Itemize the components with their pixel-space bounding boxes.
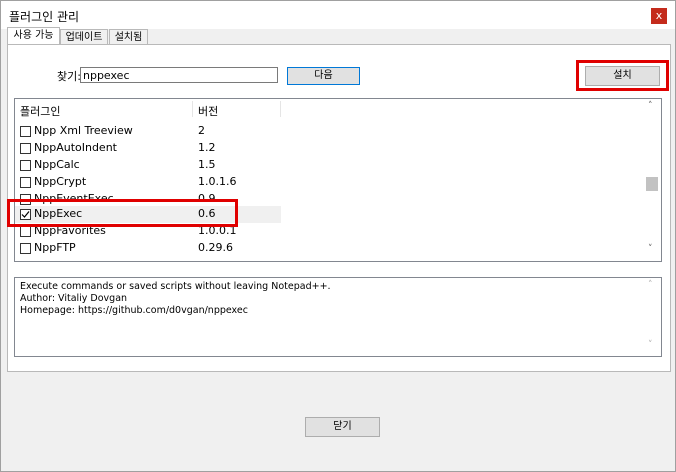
column-header-plugin[interactable]: 플러그인 — [20, 103, 60, 119]
list-item[interactable]: Npp Xml Treeview 2 — [15, 123, 281, 140]
plugin-name: NppCalc — [34, 158, 80, 171]
plugin-description[interactable]: Execute commands or saved scripts withou… — [14, 277, 662, 357]
title-bar: 플러그인 관리 x — [1, 1, 675, 29]
selected-plugin-highlight-box — [7, 199, 238, 227]
plugin-manager-window: 플러그인 관리 x 사용 가능 업데이트 설치됨 찾기: 다음 설치 플러그인 … — [0, 0, 676, 472]
plugin-list[interactable]: 플러그인 버전 Npp Xml Treeview 2 NppAutoIndent… — [14, 98, 662, 262]
plugin-version: 1.0.1.6 — [198, 175, 237, 188]
plugin-checkbox[interactable] — [20, 143, 31, 154]
scroll-thumb[interactable] — [646, 177, 658, 191]
tab-installed[interactable]: 설치됨 — [109, 29, 148, 45]
plugin-version: 2 — [198, 124, 205, 137]
search-label: 찾기: — [57, 70, 81, 83]
install-highlight-box — [576, 60, 669, 91]
description-scrollbar[interactable]: ˄ ˅ — [644, 278, 661, 356]
plugin-checkbox[interactable] — [20, 177, 31, 188]
plugin-version: 1.5 — [198, 158, 216, 171]
list-item[interactable]: NppCalc 1.5 — [15, 157, 281, 174]
scroll-up-icon[interactable]: ˄ — [648, 101, 653, 111]
description-line: Homepage: https://github.com/d0vgan/nppe… — [20, 305, 248, 316]
list-item[interactable]: NppFTP 0.29.6 — [15, 240, 281, 257]
plugin-name: NppFTP — [34, 241, 76, 254]
plugin-checkbox[interactable] — [20, 126, 31, 137]
plugin-version: 1.2 — [198, 141, 216, 154]
column-header-version[interactable]: 버전 — [198, 103, 218, 119]
search-input[interactable] — [80, 67, 278, 83]
scroll-down-icon[interactable]: ˅ — [648, 244, 653, 254]
plugin-name: NppAutoIndent — [34, 141, 117, 154]
description-line: Author: Vitaliy Dovgan — [20, 293, 128, 304]
plugin-version: 0.29.6 — [198, 241, 233, 254]
scroll-down-icon[interactable]: ˅ — [648, 340, 653, 350]
close-icon[interactable]: x — [651, 8, 667, 24]
plugin-name: NppCrypt — [34, 175, 87, 188]
scroll-up-icon[interactable]: ˄ — [648, 280, 653, 290]
next-button[interactable]: 다음 — [287, 67, 360, 85]
plugin-checkbox[interactable] — [20, 226, 31, 237]
list-scrollbar[interactable]: ˄ ˅ — [644, 99, 661, 261]
list-item[interactable]: NppCrypt 1.0.1.6 — [15, 174, 281, 191]
description-line: Execute commands or saved scripts withou… — [20, 281, 331, 292]
column-divider[interactable] — [280, 101, 281, 117]
column-divider[interactable] — [192, 101, 193, 117]
plugin-checkbox[interactable] — [20, 160, 31, 171]
tab-available[interactable]: 사용 가능 — [7, 27, 60, 45]
list-item[interactable]: NppAutoIndent 1.2 — [15, 140, 281, 157]
tab-updates[interactable]: 업데이트 — [60, 29, 108, 45]
window-title: 플러그인 관리 — [9, 10, 80, 24]
plugin-name: Npp Xml Treeview — [34, 124, 133, 137]
close-button[interactable]: 닫기 — [305, 417, 380, 437]
plugin-checkbox[interactable] — [20, 243, 31, 254]
